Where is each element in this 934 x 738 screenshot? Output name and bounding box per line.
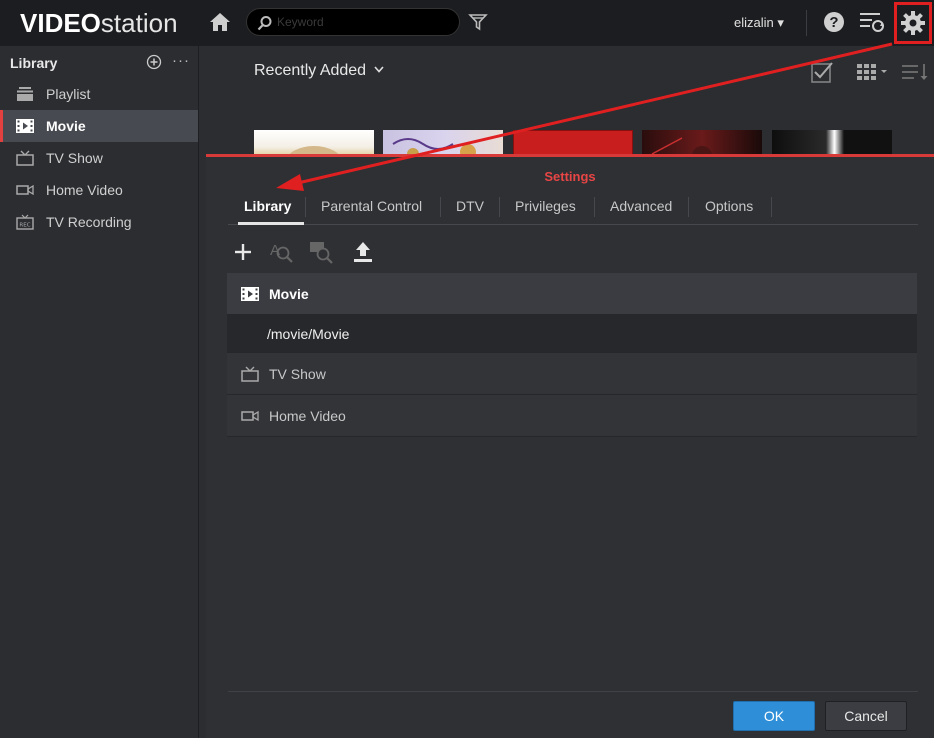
footer-divider bbox=[228, 691, 918, 692]
task-queue-button[interactable] bbox=[858, 10, 886, 34]
search-icon bbox=[257, 16, 272, 31]
top-bar: VIDEOstation elizalin ▾ ? bbox=[0, 0, 934, 46]
library-group-label: Home Video bbox=[269, 408, 346, 424]
settings-button[interactable] bbox=[894, 2, 932, 44]
tab-divider bbox=[499, 197, 500, 217]
sidebar-item-tv-recording[interactable]: REC TV Recording bbox=[0, 206, 198, 238]
text-search-icon: A bbox=[270, 242, 293, 263]
library-group-movie[interactable]: Movie bbox=[227, 273, 917, 315]
tab-library[interactable]: Library bbox=[244, 198, 291, 214]
gear-icon bbox=[901, 11, 925, 35]
folder-path: /movie/Movie bbox=[267, 326, 350, 342]
tab-divider bbox=[440, 197, 441, 217]
sidebar-item-label: Playlist bbox=[46, 86, 91, 102]
home-icon bbox=[210, 13, 230, 31]
cancel-button[interactable]: Cancel bbox=[825, 701, 907, 731]
sidebar: Library ··· Playlist Movie TV Show Home … bbox=[0, 46, 199, 738]
dialog-title: Settings bbox=[544, 169, 596, 184]
home-button[interactable] bbox=[208, 10, 232, 34]
playlist-icon bbox=[17, 87, 33, 101]
tab-divider bbox=[305, 197, 306, 217]
library-group-tv-show[interactable]: TV Show bbox=[227, 353, 917, 395]
library-group-label: TV Show bbox=[269, 366, 326, 382]
filter-button[interactable] bbox=[468, 12, 488, 32]
select-mode-button[interactable] bbox=[810, 60, 834, 84]
library-group-home-video[interactable]: Home Video bbox=[227, 395, 917, 437]
checkbox-icon bbox=[811, 62, 833, 83]
tv-icon bbox=[241, 366, 259, 382]
film-icon bbox=[16, 119, 34, 133]
settings-dialog: Settings Library Parental Control DTV Pr… bbox=[206, 154, 934, 738]
upload-icon bbox=[354, 242, 372, 262]
sidebar-item-label: TV Recording bbox=[46, 214, 132, 230]
camcorder-icon bbox=[241, 410, 259, 422]
sidebar-item-label: Home Video bbox=[46, 182, 123, 198]
help-icon: ? bbox=[824, 12, 844, 32]
grid-icon bbox=[857, 64, 887, 80]
search-input[interactable] bbox=[277, 13, 447, 31]
view-mode-button[interactable] bbox=[856, 62, 890, 82]
sort-button[interactable] bbox=[900, 62, 930, 82]
rescan-button[interactable] bbox=[308, 239, 334, 265]
rename-search-button[interactable]: A bbox=[268, 239, 294, 265]
tab-privileges[interactable]: Privileges bbox=[515, 198, 576, 214]
more-options-button[interactable]: ··· bbox=[172, 52, 190, 69]
sidebar-heading: Library bbox=[10, 55, 58, 71]
film-icon bbox=[241, 287, 259, 301]
settings-tabs: Library Parental Control DTV Privileges … bbox=[228, 189, 918, 225]
sidebar-item-home-video[interactable]: Home Video bbox=[0, 174, 198, 206]
sidebar-item-movie[interactable]: Movie bbox=[0, 110, 198, 142]
plus-circle-icon bbox=[146, 54, 162, 70]
tab-advanced[interactable]: Advanced bbox=[610, 198, 672, 214]
tab-options[interactable]: Options bbox=[705, 198, 753, 214]
rec-icon: REC bbox=[16, 214, 34, 230]
sidebar-item-playlist[interactable]: Playlist bbox=[0, 78, 198, 110]
tab-divider bbox=[771, 197, 772, 217]
add-folder-button[interactable] bbox=[230, 239, 256, 265]
tv-icon bbox=[16, 150, 34, 166]
content-title[interactable]: Recently Added bbox=[254, 62, 366, 80]
add-library-button[interactable] bbox=[146, 54, 162, 70]
ok-button[interactable]: OK bbox=[733, 701, 815, 731]
active-tab-indicator bbox=[238, 222, 304, 225]
svg-text:?: ? bbox=[829, 14, 838, 31]
plus-icon bbox=[235, 244, 251, 260]
tab-divider bbox=[688, 197, 689, 217]
app-logo: VIDEOstation bbox=[20, 8, 178, 38]
sidebar-item-label: Movie bbox=[46, 118, 86, 134]
filter-icon bbox=[468, 14, 488, 31]
camcorder-icon bbox=[16, 184, 34, 196]
media-search-icon bbox=[310, 242, 333, 264]
tab-dtv[interactable]: DTV bbox=[456, 198, 484, 214]
library-folder-row[interactable]: /movie/Movie bbox=[227, 315, 917, 353]
list-refresh-icon bbox=[860, 13, 884, 32]
svg-text:REC: REC bbox=[19, 223, 30, 229]
search-box[interactable] bbox=[246, 8, 460, 36]
upload-button[interactable] bbox=[350, 239, 376, 265]
chevron-down-icon[interactable] bbox=[374, 66, 384, 74]
tab-divider bbox=[594, 197, 595, 217]
sort-icon bbox=[902, 64, 928, 80]
tab-parental-control[interactable]: Parental Control bbox=[321, 198, 422, 214]
library-group-label: Movie bbox=[269, 286, 309, 302]
divider bbox=[806, 10, 807, 36]
sidebar-item-label: TV Show bbox=[46, 150, 103, 166]
sidebar-item-tv-show[interactable]: TV Show bbox=[0, 142, 198, 174]
help-button[interactable]: ? bbox=[822, 10, 846, 34]
user-menu[interactable]: elizalin ▾ bbox=[734, 15, 784, 31]
